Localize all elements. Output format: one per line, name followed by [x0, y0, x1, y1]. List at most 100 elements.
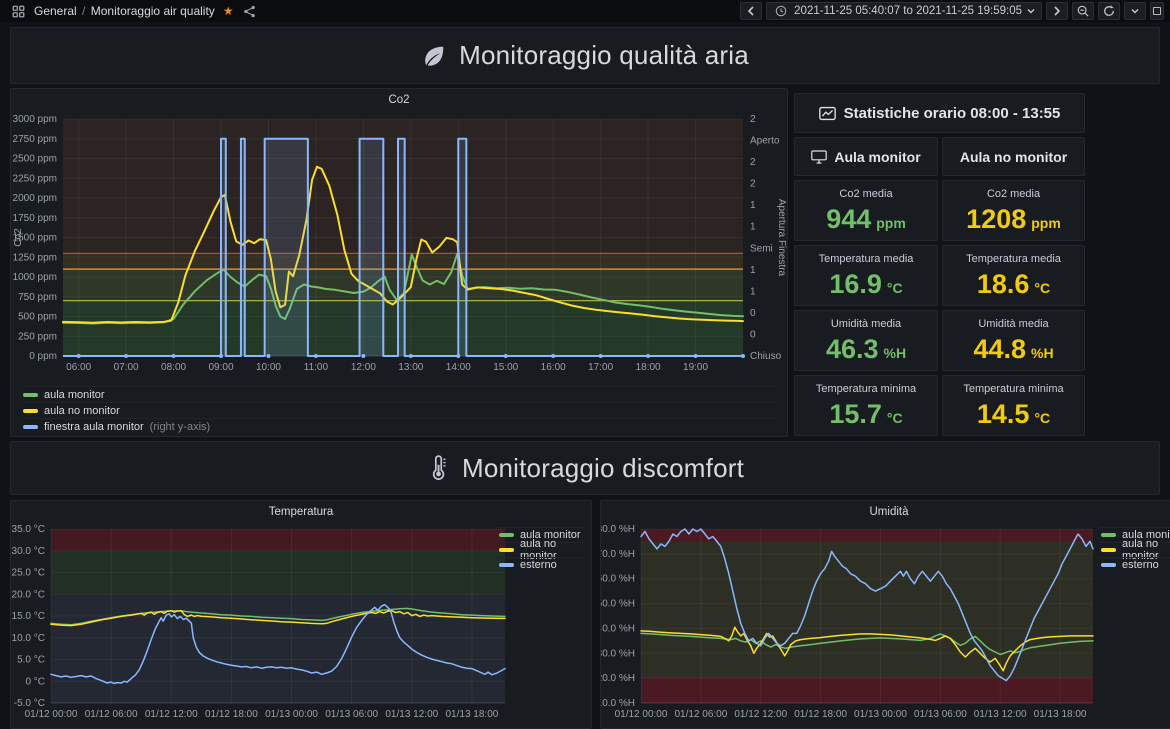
stat-unit: °C: [1034, 280, 1050, 296]
stat-unit: °C: [887, 280, 903, 296]
stat-umid-media-monitor: Umidità media 46.3%H: [794, 310, 938, 371]
breadcrumb-page[interactable]: Monitoraggio air quality: [91, 4, 215, 18]
stat-value: 46.3: [826, 336, 879, 363]
svg-text:Co2: Co2: [13, 228, 24, 247]
svg-text:12:00: 12:00: [351, 362, 376, 373]
apps-grid-icon[interactable]: [10, 3, 26, 19]
svg-text:60.0 %H: 60.0 %H: [601, 574, 635, 585]
co2-panel-title[interactable]: Co2: [11, 89, 787, 111]
stat-title: Temperatura media: [966, 253, 1061, 265]
legend-item-aula-no-monitor[interactable]: aula no monitor: [497, 542, 585, 557]
refresh-button[interactable]: [1098, 2, 1120, 20]
svg-text:Apertura Finestra: Apertura Finestra: [776, 199, 787, 277]
stat-unit: °C: [1034, 410, 1050, 426]
col-aula-no-monitor-label: Aula no monitor: [960, 149, 1067, 165]
svg-text:20.0 %H: 20.0 %H: [601, 673, 635, 684]
temperatura-panel-title[interactable]: Temperatura: [11, 501, 591, 523]
stat-title: Temperatura minima: [816, 383, 916, 395]
svg-text:2: 2: [750, 179, 756, 190]
co2-legend: aula monitor aula no monitor finestra au…: [11, 386, 787, 434]
legend-swatch-blue: [499, 563, 514, 567]
svg-text:2: 2: [750, 157, 756, 168]
col-aula-monitor-label: Aula monitor: [834, 149, 920, 165]
svg-text:01/12 06:00: 01/12 06:00: [674, 709, 727, 720]
svg-text:2000 ppm: 2000 ppm: [13, 193, 57, 204]
stat-value: 18.6: [977, 271, 1030, 298]
svg-text:01/12 12:00: 01/12 12:00: [145, 709, 198, 720]
legend-label: aula monitor: [44, 389, 105, 401]
legend-item-esterno[interactable]: esterno: [1099, 557, 1170, 572]
stat-value: 15.7: [829, 401, 882, 428]
svg-text:2250 ppm: 2250 ppm: [13, 173, 57, 184]
breadcrumb: General / Monitoraggio air quality: [34, 4, 215, 18]
time-shift-left-button[interactable]: [740, 2, 762, 20]
svg-text:13:00: 13:00: [398, 362, 423, 373]
time-shift-right-button[interactable]: [1046, 2, 1068, 20]
chart-line-icon: [819, 106, 836, 121]
svg-text:01/13 00:00: 01/13 00:00: [854, 709, 907, 720]
stat-title: Temperatura minima: [963, 383, 1063, 395]
refresh-interval-caret-button[interactable]: [1124, 2, 1146, 20]
cycle-view-button[interactable]: [1150, 2, 1164, 20]
time-range-picker[interactable]: 2021-11-25 05:40:07 to 2021-11-25 19:59:…: [766, 2, 1042, 20]
svg-text:01/12 18:00: 01/12 18:00: [794, 709, 847, 720]
legend-label: esterno: [520, 559, 557, 571]
legend-item-aula-no-monitor[interactable]: aula no monitor: [1099, 542, 1170, 557]
legend-suffix: (right y-axis): [150, 421, 211, 433]
svg-text:25.0 °C: 25.0 °C: [12, 568, 45, 579]
stat-unit: ppm: [1031, 215, 1061, 231]
svg-text:01/12 12:00: 01/12 12:00: [734, 709, 787, 720]
stat-title: Temperatura media: [819, 253, 914, 265]
discomfort-title: Monitoraggio discomfort: [462, 453, 744, 484]
stat-temp-minima-no-monitor: Temperatura minima 14.5°C: [942, 375, 1085, 436]
svg-text:1: 1: [750, 222, 756, 233]
umidita-panel-title[interactable]: Umidità: [601, 501, 1170, 523]
svg-text:1: 1: [750, 200, 756, 211]
svg-text:11:00: 11:00: [304, 362, 329, 373]
legend-item-aula-monitor[interactable]: aula monitor: [21, 386, 777, 402]
air-quality-title-panel: Monitoraggio qualità aria: [10, 27, 1160, 84]
svg-text:Chiuso: Chiuso: [750, 351, 782, 362]
legend-item-aula-no-monitor[interactable]: aula no monitor: [21, 402, 777, 418]
stat-temp-minima-monitor: Temperatura minima 15.7°C: [794, 375, 938, 436]
stat-temp-media-no-monitor: Temperatura media 18.6°C: [942, 245, 1085, 306]
svg-text:01/13 12:00: 01/13 12:00: [385, 709, 438, 720]
caret-down-icon: [1027, 8, 1035, 14]
breadcrumb-section[interactable]: General: [34, 4, 77, 18]
svg-text:10.0 °C: 10.0 °C: [12, 633, 45, 644]
legend-swatch-blue: [1101, 563, 1116, 567]
svg-text:2500 ppm: 2500 ppm: [13, 154, 57, 165]
dashboard-canvas: Monitoraggio qualità aria Co2 06:0007:00…: [0, 22, 1170, 729]
zoom-out-button[interactable]: [1072, 2, 1094, 20]
svg-text:06:00: 06:00: [66, 362, 91, 373]
stat-co2-media-no-monitor: Co2 media 1208ppm: [942, 180, 1085, 241]
svg-text:08:00: 08:00: [161, 362, 186, 373]
svg-text:250 ppm: 250 ppm: [18, 331, 57, 342]
stat-unit: ppm: [876, 215, 906, 231]
co2-chart-plot[interactable]: 06:0007:0008:0009:0010:0011:0012:0013:00…: [11, 111, 787, 386]
col-aula-monitor-panel: Aula monitor: [794, 137, 938, 176]
temperatura-panel: Temperatura 01/12 00:0001/12 06:0001/12 …: [10, 500, 592, 729]
svg-text:500 ppm: 500 ppm: [18, 312, 57, 323]
stats-header-panel: Statistiche orario 08:00 - 13:55: [794, 93, 1085, 133]
thermometer-icon: [426, 455, 450, 481]
favorite-star-icon[interactable]: ★: [223, 5, 234, 17]
svg-text:16:00: 16:00: [541, 362, 566, 373]
temperatura-legend: aula monitor aula no monitor esterno: [497, 527, 585, 572]
svg-text:30.0 °C: 30.0 °C: [12, 546, 45, 557]
svg-text:17:00: 17:00: [588, 362, 613, 373]
svg-text:10:00: 10:00: [256, 362, 281, 373]
air-quality-title: Monitoraggio qualità aria: [459, 40, 749, 71]
legend-item-finestra[interactable]: finestra aula monitor (right y-axis): [21, 418, 777, 434]
legend-label: esterno: [1122, 559, 1159, 571]
share-icon[interactable]: [242, 3, 258, 19]
stat-value: 1208: [966, 206, 1026, 233]
umidita-chart-plot[interactable]: 01/12 00:0001/12 06:0001/12 12:0001/12 1…: [601, 523, 1170, 728]
svg-text:1000 ppm: 1000 ppm: [13, 272, 57, 283]
svg-text:10.0 %H: 10.0 %H: [601, 698, 635, 709]
time-range-text: 2021-11-25 05:40:07 to 2021-11-25 19:59:…: [794, 5, 1022, 17]
legend-label: aula no monitor: [44, 405, 120, 417]
legend-item-esterno[interactable]: esterno: [497, 557, 585, 572]
umidita-legend: aula monitor aula no monitor esterno: [1099, 527, 1170, 572]
svg-text:Aperto: Aperto: [750, 136, 780, 147]
